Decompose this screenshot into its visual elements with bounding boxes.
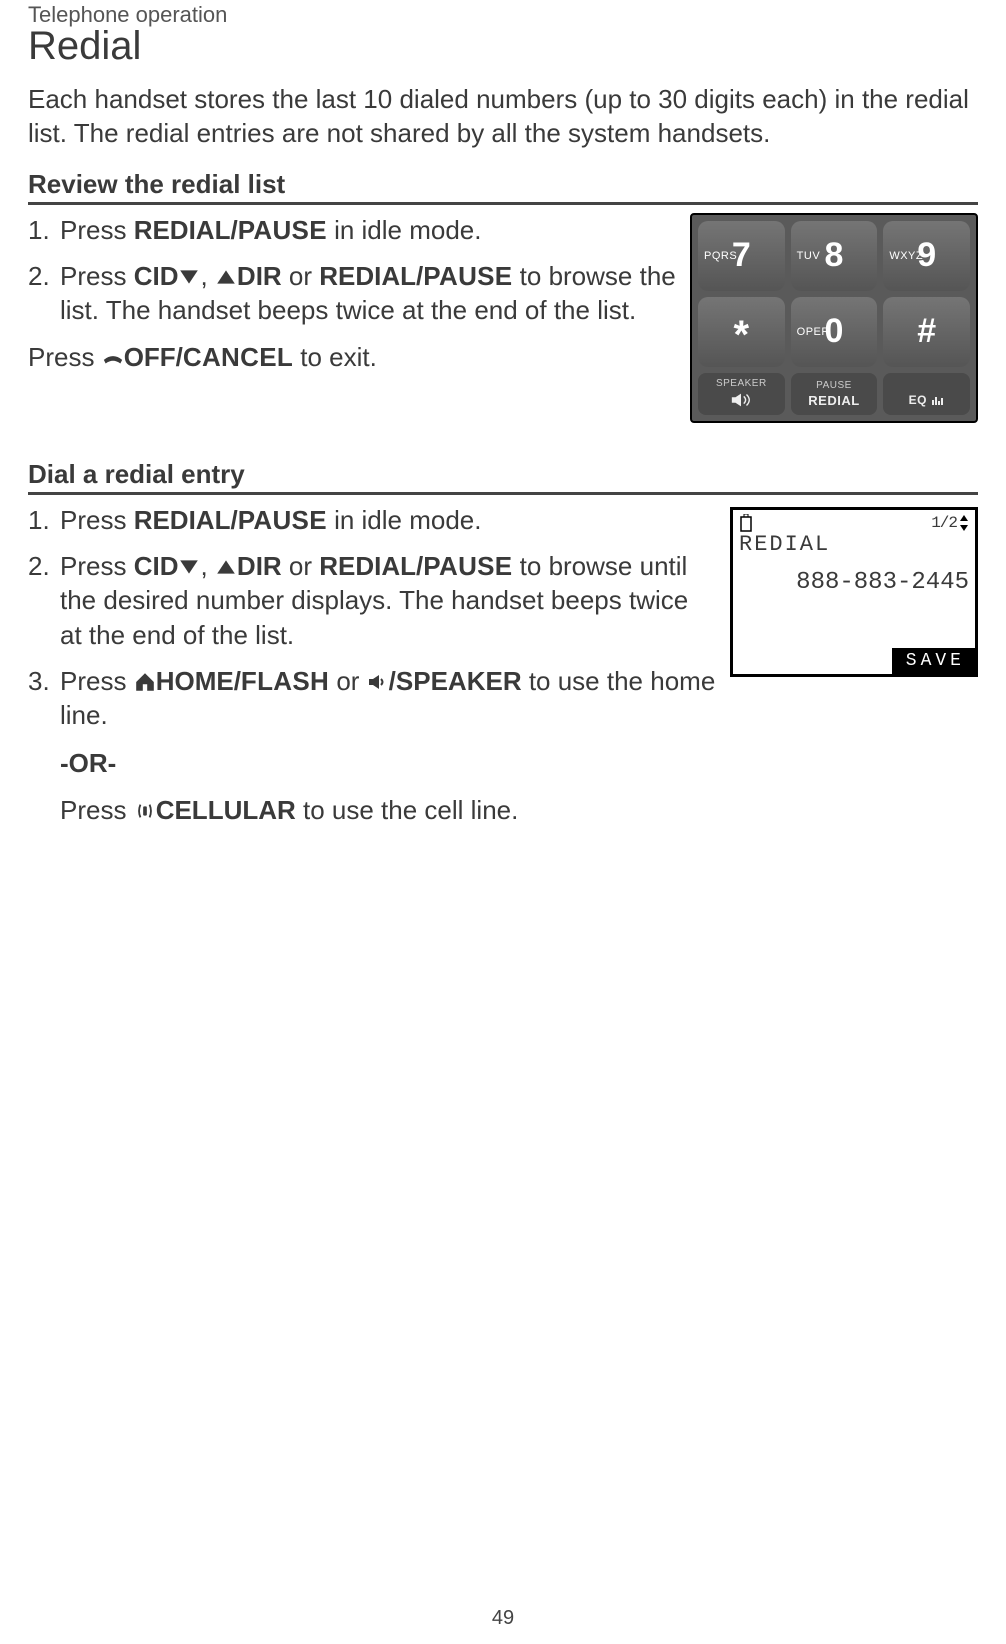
text: Press (60, 505, 134, 535)
key-pause: PAUSE (238, 505, 327, 535)
dial-step-3-alt: Press CELLULAR to use the cell line. (60, 793, 716, 827)
key-redial: REDIAL/ (134, 215, 238, 245)
key-speaker: /SPEAKER (389, 666, 522, 696)
text: in idle mode. (327, 505, 482, 535)
text: to use the cell line. (296, 795, 519, 825)
key-cid: CID (134, 551, 179, 581)
lcd-illustration: 1/2 REDIAL 888-883-2445 SAVE (730, 507, 978, 677)
key-9: WXYZ9 (883, 221, 970, 291)
key-redial: REDIAL/ (319, 261, 423, 291)
key-speaker: SPEAKER (698, 373, 785, 415)
dial-step-1: Press REDIAL/PAUSE in idle mode. (28, 503, 716, 537)
lcd-counter: 1/2 (931, 514, 957, 532)
phone-off-icon (102, 347, 124, 369)
review-exit: Press OFF/CANCEL to exit. (28, 340, 676, 374)
key-redial-pause: PAUSE REDIAL (791, 373, 878, 415)
key-label: EQ (909, 393, 945, 407)
section-heading-review: Review the redial list (28, 169, 978, 205)
key-letters: PQRS (704, 250, 737, 262)
review-step-1: Press REDIAL/PAUSE in idle mode. (28, 213, 676, 247)
key-cancel: CANCEL (183, 342, 293, 372)
text: Press (60, 215, 134, 245)
key-pause: PAUSE (423, 261, 512, 291)
text: or (329, 666, 367, 696)
text: Press (60, 551, 134, 581)
page-title: Redial (28, 24, 978, 69)
cellular-icon (134, 800, 156, 822)
text: Press (60, 261, 134, 291)
lcd-line-2: 888-883-2445 (733, 557, 975, 596)
text: in idle mode. (327, 215, 482, 245)
intro-text: Each handset stores the last 10 dialed n… (28, 83, 978, 151)
key-dir: DIR (237, 261, 282, 291)
key-label (925, 380, 928, 391)
key-number: 8 (825, 236, 844, 275)
key-8: TUV 8 (791, 221, 878, 291)
dial-step-2: Press CID, DIR or REDIAL/PAUSE to browse… (28, 549, 716, 652)
speaker-icon (367, 671, 389, 693)
key-label: REDIAL (808, 393, 859, 408)
speaker-icon (730, 391, 752, 409)
up-down-icon (959, 514, 969, 532)
key-redial: REDIAL/ (319, 551, 423, 581)
key-label: PAUSE (816, 380, 852, 391)
text: or (282, 551, 320, 581)
arrow-up-icon (215, 556, 237, 578)
key-7: PQRS7 (698, 221, 785, 291)
text: Press (60, 666, 134, 696)
lcd-softkey-save: SAVE (892, 648, 975, 674)
key-off: OFF/ (124, 342, 183, 372)
text: , (200, 261, 214, 291)
text: or (282, 261, 320, 291)
battery-icon (739, 514, 753, 532)
key-home: HOME/ (156, 666, 241, 696)
text: Press (60, 795, 134, 825)
arrow-up-icon (215, 266, 237, 288)
key-0: OPER0 (791, 297, 878, 367)
text: Press (28, 342, 102, 372)
text: EQ (909, 393, 927, 407)
key-symbol: * (734, 309, 750, 355)
key-eq: EQ (883, 373, 970, 415)
arrow-down-icon (178, 266, 200, 288)
text: , (200, 551, 214, 581)
eq-icon (931, 395, 945, 405)
key-dir: DIR (237, 551, 282, 581)
text: to exit. (293, 342, 377, 372)
or-divider: -OR- (60, 746, 716, 780)
keypad-illustration: PQRS7 TUV 8 WXYZ9 * OPER0 # SPEAKER PAUSE… (690, 213, 978, 423)
key-cellular: CELLULAR (156, 795, 296, 825)
section-heading-dial: Dial a redial entry (28, 459, 978, 495)
arrow-down-icon (178, 556, 200, 578)
page-number: 49 (492, 1607, 514, 1630)
key-letters: OPER (797, 326, 830, 338)
key-letters: TUV (797, 250, 821, 262)
key-flash: FLASH (241, 666, 329, 696)
key-symbol: # (917, 312, 936, 351)
key-letters: WXYZ (889, 250, 923, 262)
key-pound: # (883, 297, 970, 367)
key-star: * (698, 297, 785, 367)
home-icon (134, 671, 156, 693)
key-label: SPEAKER (716, 378, 767, 389)
review-step-2: Press CID, DIR or REDIAL/PAUSE to browse… (28, 259, 676, 328)
key-pause: PAUSE (238, 215, 327, 245)
dial-step-3: Press HOME/FLASH or /SPEAKER to use the … (28, 664, 716, 827)
lcd-line-1: REDIAL (733, 532, 975, 557)
key-cid: CID (134, 261, 179, 291)
key-pause: PAUSE (423, 551, 512, 581)
key-redial: REDIAL/ (134, 505, 238, 535)
